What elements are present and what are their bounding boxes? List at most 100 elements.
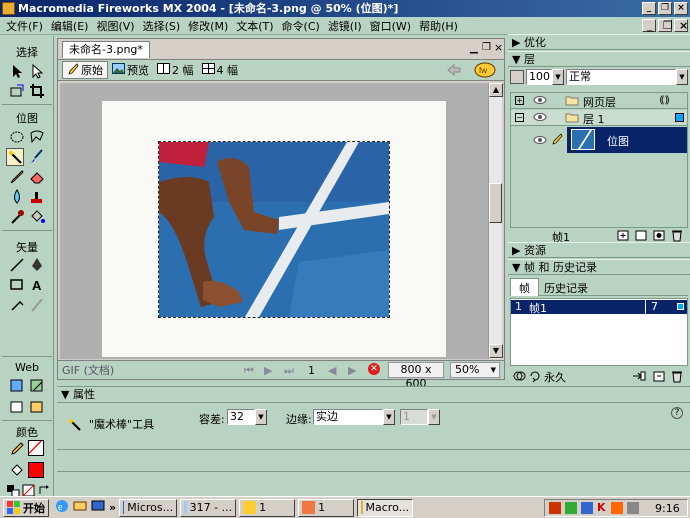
quicklaunch-overflow-icon[interactable]: » xyxy=(109,501,116,514)
canvas-area[interactable] xyxy=(60,83,488,359)
eye-icon[interactable] xyxy=(533,95,547,108)
properties-header[interactable]: ▼ 属性 xyxy=(57,387,690,403)
magic-wand-tool-icon[interactable] xyxy=(6,148,24,166)
stop-icon[interactable]: ✕ xyxy=(368,363,380,375)
tab-history[interactable]: 历史记录 xyxy=(544,280,588,296)
outlook-quicklaunch-icon[interactable] xyxy=(73,499,87,516)
ie-quicklaunch-icon[interactable]: e xyxy=(55,499,69,516)
fill-color-swatch[interactable] xyxy=(28,462,44,478)
object-row-bitmap[interactable]: 位图 xyxy=(511,127,687,153)
bitmap-image[interactable] xyxy=(158,141,390,318)
collapse-toggle-icon[interactable]: − xyxy=(515,113,524,122)
optimize-panel-header[interactable]: ▶ 优化 xyxy=(508,34,690,50)
doc-restore-button[interactable]: ❐ xyxy=(658,19,673,32)
doc-window-minimize-icon[interactable]: ▁ xyxy=(470,43,478,54)
eraser-tool-icon[interactable] xyxy=(28,168,46,186)
zoom-select[interactable]: 50% ▼ xyxy=(450,362,500,378)
frames-history-panel-header[interactable]: ▼ 帧 和 历史记录 xyxy=(508,259,690,275)
scroll-up-arrow-icon[interactable]: ▲ xyxy=(489,83,503,97)
scroll-down-arrow-icon[interactable]: ▼ xyxy=(489,344,503,358)
taskbar-item-viewer[interactable]: 1 xyxy=(239,498,296,517)
menu-filters[interactable]: 滤镜(I) xyxy=(324,18,366,34)
previous-frame-icon[interactable]: ◀ xyxy=(328,364,336,377)
opacity-input[interactable]: 100 xyxy=(526,69,552,85)
tab-original[interactable]: 原始 xyxy=(62,61,108,79)
layers-panel-header[interactable]: ▼ 层 xyxy=(508,51,690,67)
line-tool-icon[interactable] xyxy=(8,256,26,274)
assets-panel-header[interactable]: ▶ 资源 xyxy=(508,242,690,258)
onion-skin-icon[interactable] xyxy=(512,369,526,386)
last-frame-icon[interactable]: ⏭ xyxy=(284,364,294,378)
lasso-tool-icon[interactable] xyxy=(28,128,46,146)
share-layer-icon[interactable]: ⟪⟫ xyxy=(659,95,670,106)
tray-monitor-icon[interactable] xyxy=(565,502,577,514)
play-icon[interactable]: ▶ xyxy=(264,364,272,377)
menu-window[interactable]: 窗口(W) xyxy=(366,18,415,34)
menu-help[interactable]: 帮助(H) xyxy=(415,18,462,34)
tray-volume-icon[interactable] xyxy=(627,502,639,514)
tray-k-icon[interactable]: K xyxy=(597,501,606,514)
scale-tool-icon[interactable] xyxy=(8,82,26,100)
maximize-button[interactable]: ❐ xyxy=(658,2,672,15)
tab-frames[interactable]: 帧 xyxy=(510,278,539,296)
taskbar-item-fireworks[interactable]: Macro... xyxy=(357,498,414,517)
doc-minimize-button[interactable]: _ xyxy=(642,19,656,32)
menu-file[interactable]: 文件(F) xyxy=(2,18,47,34)
text-tool-icon[interactable]: A xyxy=(28,276,46,294)
doc-window-restore-icon[interactable]: ❐ xyxy=(482,42,491,53)
blur-tool-icon[interactable] xyxy=(8,188,26,206)
show-slices-icon[interactable] xyxy=(28,398,46,416)
pointer-tool-icon[interactable] xyxy=(8,62,26,80)
paint-bucket-tool-icon[interactable] xyxy=(28,208,46,226)
eye-icon[interactable] xyxy=(533,112,547,125)
scrollbar-thumb[interactable] xyxy=(489,183,502,223)
quick-export-icon[interactable] xyxy=(446,63,462,80)
loop-icon[interactable] xyxy=(528,369,542,386)
menu-select[interactable]: 选择(S) xyxy=(139,18,185,34)
menu-modify[interactable]: 修改(M) xyxy=(184,18,232,34)
tray-antivirus-icon[interactable] xyxy=(611,502,623,514)
knife-tool-icon[interactable] xyxy=(28,296,46,314)
desktop-quicklaunch-icon[interactable] xyxy=(91,499,105,516)
eyedropper-tool-icon[interactable] xyxy=(8,208,26,226)
start-button[interactable]: 开始 xyxy=(3,498,49,517)
tab-4-up[interactable]: 4 幅 xyxy=(198,61,243,79)
layer-row-layer1[interactable]: − 层 1 xyxy=(511,110,687,126)
opacity-dropdown-icon[interactable]: ▼ xyxy=(552,69,564,85)
hotspot-tool-icon[interactable] xyxy=(8,377,26,395)
tab-preview[interactable]: 预览 xyxy=(108,61,153,79)
rectangle-tool-icon[interactable] xyxy=(8,276,26,294)
fireworks-logo-icon[interactable]: fw xyxy=(474,62,496,81)
slice-tool-icon[interactable] xyxy=(28,377,46,395)
layer-row-web[interactable]: + 网页层 ⟪⟫ xyxy=(511,93,687,109)
stroke-color-swatch[interactable] xyxy=(28,440,44,456)
blend-mode-select[interactable]: 正常 xyxy=(566,69,676,85)
marquee-tool-icon[interactable] xyxy=(8,128,26,146)
menu-commands[interactable]: 命令(C) xyxy=(278,18,324,34)
rubber-stamp-tool-icon[interactable] xyxy=(28,188,46,206)
expand-toggle-icon[interactable]: + xyxy=(515,96,524,105)
tab-2-up[interactable]: 2 幅 xyxy=(153,61,198,79)
doc-window-close-icon[interactable]: × xyxy=(494,41,503,54)
new-frame-icon[interactable] xyxy=(652,369,666,386)
hide-slices-icon[interactable] xyxy=(8,398,26,416)
menu-edit[interactable]: 编辑(E) xyxy=(47,18,93,34)
doc-close-button[interactable]: × xyxy=(674,19,688,32)
freeform-tool-icon[interactable] xyxy=(8,296,26,314)
frame-row[interactable]: 1 帧1 7 xyxy=(511,300,687,315)
edge-select[interactable]: 实边 xyxy=(313,409,383,425)
tray-network-icon[interactable] xyxy=(581,502,593,514)
pencil-tool-icon[interactable] xyxy=(8,168,26,186)
minimize-button[interactable]: _ xyxy=(642,2,656,15)
close-button[interactable]: × xyxy=(674,2,688,15)
loop-count[interactable]: 永久 xyxy=(544,369,566,385)
taskbar-item-word[interactable]: Micros... xyxy=(119,498,178,517)
crop-tool-icon[interactable] xyxy=(28,82,46,100)
taskbar-item-powerpoint[interactable]: 1 xyxy=(298,498,355,517)
subselection-tool-icon[interactable] xyxy=(28,62,46,80)
next-frame-icon[interactable]: ▶ xyxy=(348,364,356,377)
taskbar-item-paint[interactable]: 317 - ... xyxy=(180,498,237,517)
document-canvas[interactable] xyxy=(102,101,446,357)
tolerance-input[interactable]: 32 xyxy=(227,409,255,425)
edge-dropdown-icon[interactable]: ▼ xyxy=(383,409,395,425)
